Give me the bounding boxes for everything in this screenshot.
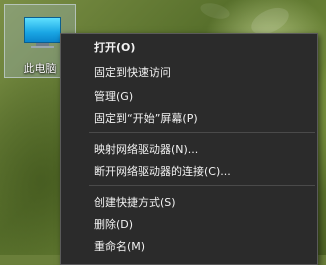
menu-item-pin-quick-access[interactable]: 固定到快速访问 — [94, 64, 171, 82]
menu-item-map-network-drive[interactable]: 映射网络驱动器(N)... — [94, 141, 198, 159]
menu-item-pin-start[interactable]: 固定到“开始”屏幕(P) — [94, 110, 198, 128]
menu-item-manage[interactable]: 管理(G) — [94, 88, 133, 106]
menu-item-disconnect-network-drive[interactable]: 断开网络驱动器的连接(C)... — [94, 163, 231, 181]
menu-item-create-shortcut[interactable]: 创建快捷方式(S) — [94, 194, 176, 212]
menu-separator — [89, 132, 315, 133]
menu-item-delete[interactable]: 删除(D) — [94, 216, 133, 234]
wallpaper-leaf-highlight — [198, 0, 232, 22]
monitor-icon — [24, 17, 61, 43]
monitor-base — [31, 46, 54, 48]
menu-separator — [89, 185, 315, 186]
context-menu: 打开(O) 固定到快速访问 管理(G) 固定到“开始”屏幕(P) 映射网络驱动器… — [60, 33, 318, 265]
menu-item-open[interactable]: 打开(O) — [94, 39, 135, 57]
menu-item-rename[interactable]: 重命名(M) — [94, 238, 145, 256]
